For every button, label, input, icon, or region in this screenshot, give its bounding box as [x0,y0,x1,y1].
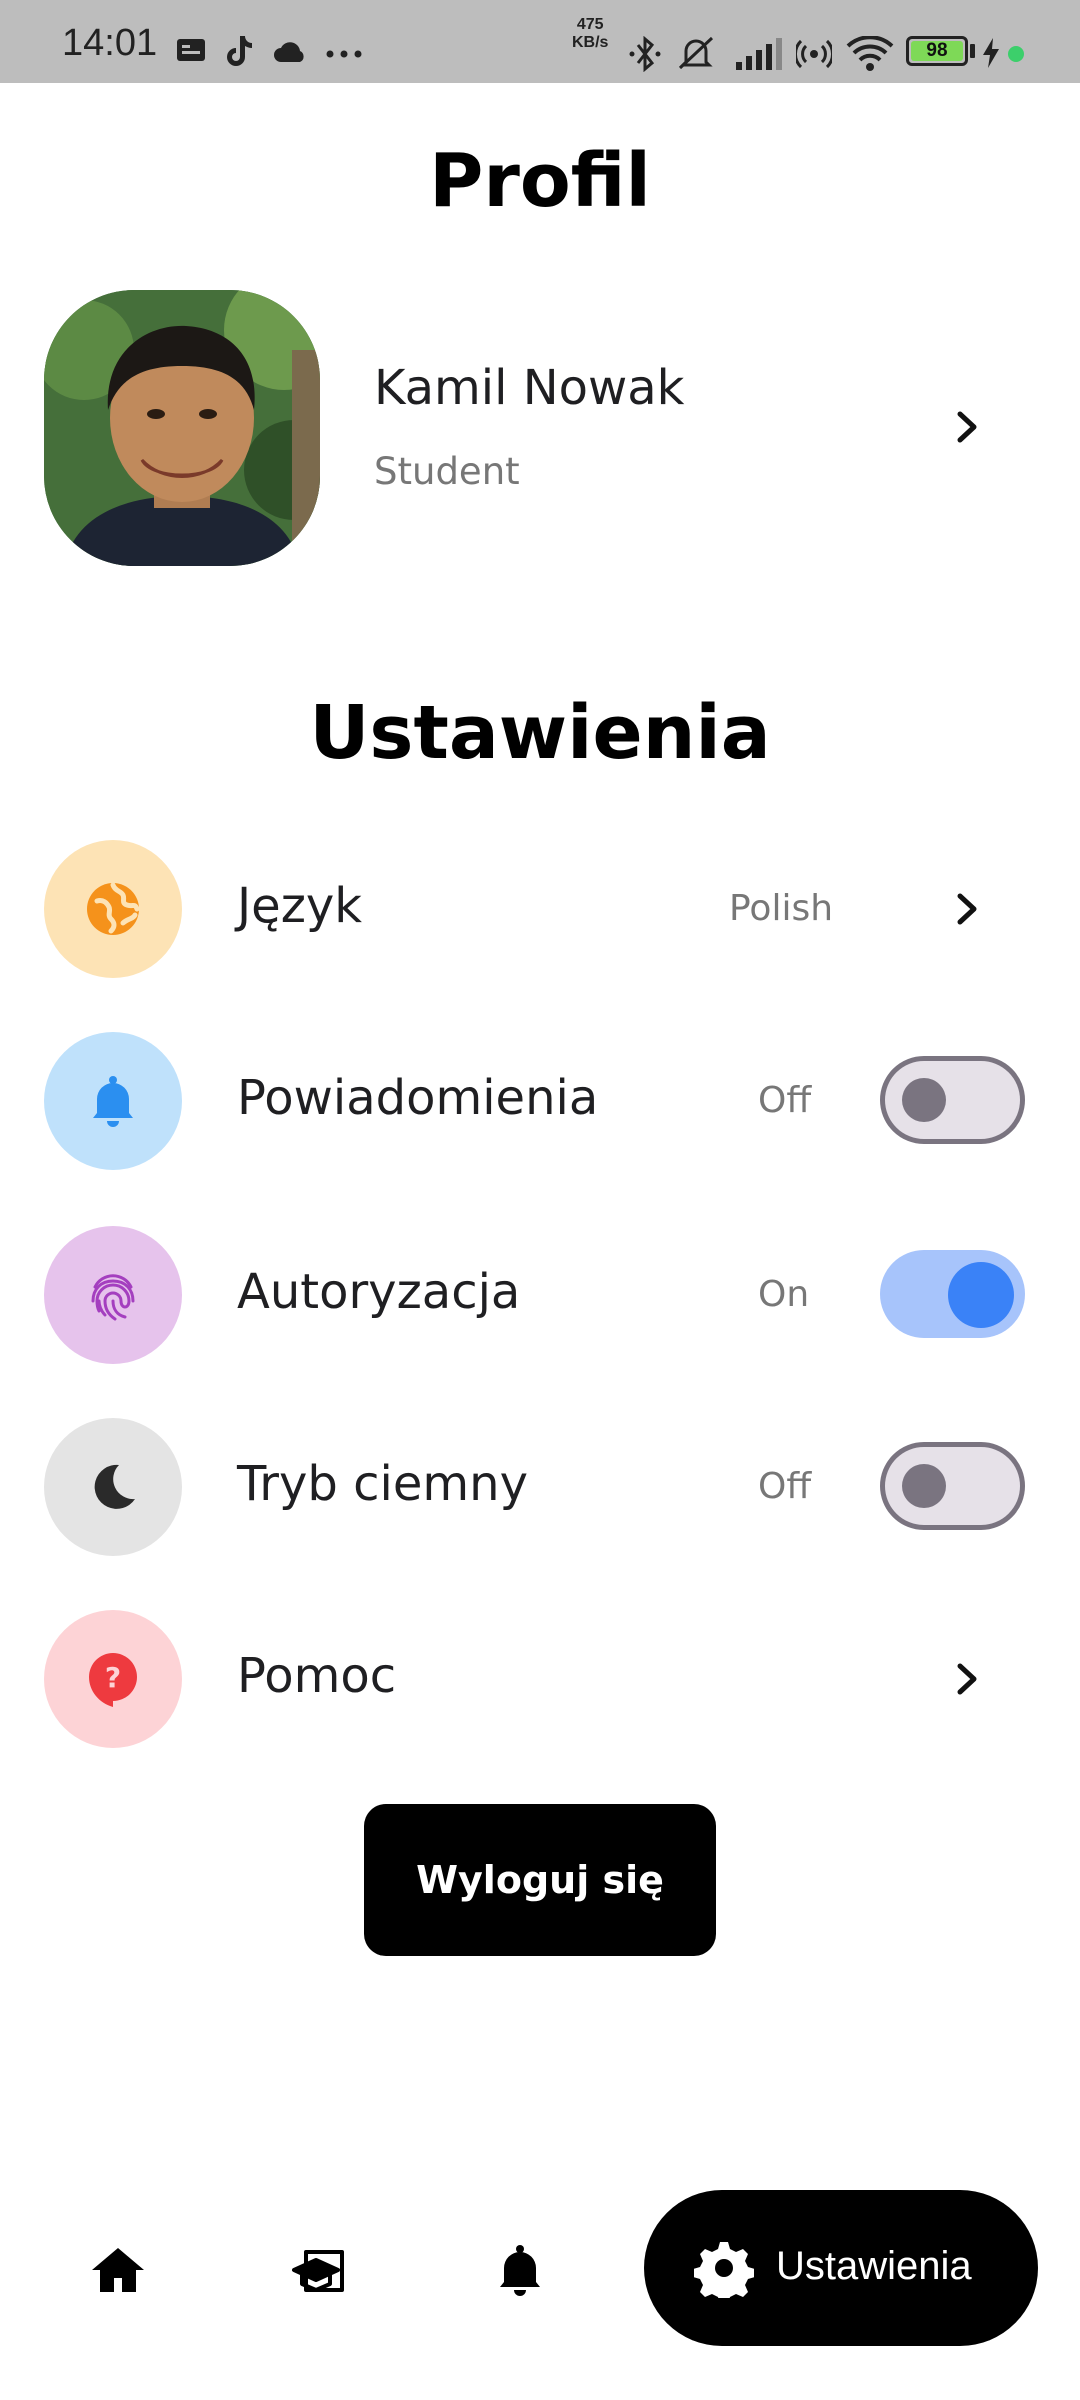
cloud-icon [274,42,304,62]
moon-icon [94,1464,135,1509]
nav-item-settings[interactable]: Ustawienia [644,2190,1038,2346]
settings-value-authorization: On [758,1274,810,1315]
toggle-knob [948,1262,1014,1328]
settings-value-dark-mode: Off [758,1466,812,1507]
toggle-knob [902,1464,946,1508]
chevron-right-icon[interactable] [948,402,988,452]
dark-mode-toggle[interactable] [880,1442,1025,1530]
language-icon-circle [44,840,182,978]
settings-row-dark-mode: Tryb ciemny Off [0,1418,1080,1558]
settings-label-language: Język [237,878,363,934]
settings-row-language[interactable]: Język Polish [0,840,1080,980]
user-photo-icon [44,290,320,566]
bell-icon[interactable] [490,2240,550,2300]
lesson-icon[interactable] [288,2240,348,2300]
nav-item-settings-label: Ustawienia [776,2244,972,2288]
bell-icon [93,1076,133,1127]
settings-value-notifications: Off [758,1080,812,1121]
chevron-right-icon[interactable] [948,884,988,934]
profile-card[interactable]: Kamil Nowak Student [0,290,1080,566]
settings-row-notifications: Powiadomienia Off [0,1032,1080,1172]
bottom-navigation: Ustawienia [0,2180,1080,2360]
home-icon[interactable] [88,2240,148,2300]
help-icon-circle: ? [44,1610,182,1748]
wifi-icon [846,36,894,71]
network-speed: 475 KB/s [572,16,608,52]
settings-label-help: Pomoc [237,1648,397,1704]
page-title: Profil [429,138,651,224]
settings-label-authorization: Autoryzacja [237,1264,521,1320]
profile-role: Student [374,450,520,493]
status-bar: 14:01 475 KB/s 98 [0,0,1080,83]
dark-mode-icon-circle [44,1418,182,1556]
chevron-right-icon[interactable] [948,1654,988,1704]
settings-label-dark-mode: Tryb ciemny [237,1456,528,1512]
gallery-icon [177,39,205,61]
tiktok-icon [227,36,252,66]
network-speed-unit: KB/s [572,34,609,51]
fingerprint-icon [91,1274,135,1321]
charging-icon [983,38,999,68]
battery-level: 98 [911,41,963,61]
status-time: 14:01 [62,22,158,64]
profile-name: Kamil Nowak [374,360,685,416]
svg-text:?: ? [105,1661,121,1694]
privacy-indicator-dot [1008,46,1024,62]
settings-title: Ustawienia [309,690,771,776]
signal-icon [736,38,782,70]
notifications-icon-circle [44,1032,182,1170]
globe-icon [87,882,140,935]
help-icon: ? [89,1653,137,1707]
settings-value-language: Polish [729,888,834,929]
avatar [44,290,320,566]
more-icon [326,50,362,58]
authorization-icon-circle [44,1226,182,1364]
mute-bell-icon [678,36,714,70]
battery-indicator: 98 [906,36,968,66]
gear-icon [694,2242,754,2298]
toggle-knob [902,1078,946,1122]
settings-label-notifications: Powiadomienia [237,1070,599,1126]
notifications-toggle[interactable] [880,1056,1025,1144]
settings-row-help[interactable]: ? Pomoc [0,1610,1080,1750]
logout-button[interactable]: Wyloguj się [364,1804,716,1956]
network-speed-value: 475 [576,16,604,33]
settings-row-authorization: Autoryzacja On [0,1226,1080,1366]
authorization-toggle[interactable] [880,1250,1025,1338]
battery-cap [970,44,975,58]
bluetooth-icon [629,36,661,72]
hotspot-icon [796,39,832,69]
